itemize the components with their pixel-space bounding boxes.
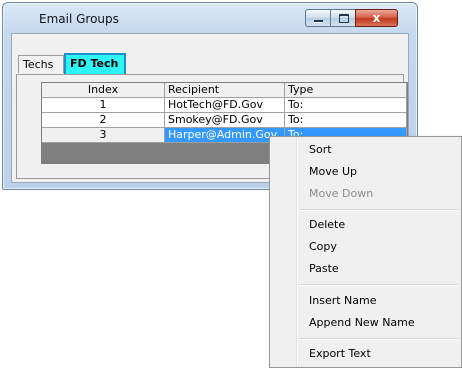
row-recipient[interactable]: Smokey@FD.Gov xyxy=(165,113,285,128)
row-type[interactable]: To: xyxy=(285,98,407,113)
grid-header: Index Recipient Type xyxy=(42,83,407,98)
row-index: 3 xyxy=(42,128,165,143)
menu-item-copy[interactable]: Copy xyxy=(272,237,459,257)
row-type[interactable]: To: xyxy=(285,113,407,128)
row-index: 2 xyxy=(42,113,165,128)
maximize-icon xyxy=(331,10,355,26)
menu-item-delete[interactable]: Delete xyxy=(272,215,459,235)
row-recipient[interactable]: Harper@Admin.Gov xyxy=(165,128,285,143)
context-menu: Sort Move Up Move Down Delete Copy Paste… xyxy=(269,136,462,368)
window-title: Email Groups xyxy=(39,12,119,26)
menu-item-export-text[interactable]: Export Text xyxy=(272,344,459,364)
menu-separator xyxy=(300,209,458,211)
menu-separator xyxy=(300,284,458,286)
menu-separator xyxy=(300,338,458,340)
minimize-button[interactable] xyxy=(305,9,331,27)
menu-item-append-new-name[interactable]: Append New Name xyxy=(272,313,459,333)
row-index: 1 xyxy=(42,98,165,113)
tab-fd-tech[interactable]: FD Tech xyxy=(64,53,126,74)
menu-item-paste[interactable]: Paste xyxy=(272,259,459,279)
menu-item-sort[interactable]: Sort xyxy=(272,140,459,160)
close-button[interactable]: x xyxy=(355,9,398,27)
tab-techs[interactable]: Techs xyxy=(18,55,64,73)
menu-item-insert-name[interactable]: Insert Name xyxy=(272,291,459,311)
menu-item-move-up[interactable]: Move Up xyxy=(272,162,459,182)
table-row[interactable]: 2 Smokey@FD.Gov To: xyxy=(42,113,407,128)
table-row[interactable]: 1 HotTech@FD.Gov To: xyxy=(42,98,407,113)
column-header-recipient[interactable]: Recipient xyxy=(165,83,285,98)
menu-item-move-down: Move Down xyxy=(309,187,374,200)
maximize-button[interactable] xyxy=(330,9,356,27)
column-header-index[interactable]: Index xyxy=(42,83,165,98)
row-recipient[interactable]: HotTech@FD.Gov xyxy=(165,98,285,113)
column-header-type[interactable]: Type xyxy=(285,83,407,98)
title-bar[interactable]: Email Groups x xyxy=(3,3,417,37)
minimize-icon xyxy=(306,10,330,26)
close-icon: x xyxy=(372,11,381,25)
